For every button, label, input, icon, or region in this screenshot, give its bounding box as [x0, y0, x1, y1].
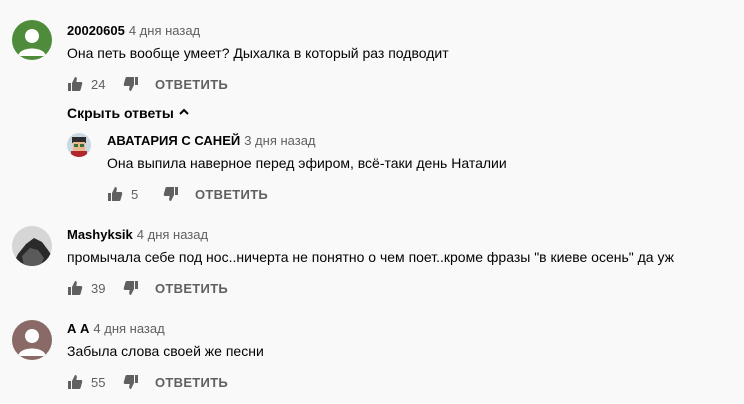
reply-button[interactable]: ОТВЕТИТЬ [155, 281, 228, 296]
comment-actions: 5 ОТВЕТИТЬ [107, 184, 268, 204]
thumbs-up-icon[interactable] [67, 280, 83, 296]
avatar[interactable] [12, 226, 52, 266]
comment-author[interactable]: АВАТАРИЯ С САНЕЙ [107, 133, 240, 148]
like-count: 5 [131, 186, 139, 202]
like-count: 39 [91, 280, 106, 296]
reply-button[interactable]: ОТВЕТИТЬ [195, 187, 268, 202]
thumbs-up-icon[interactable] [107, 186, 123, 202]
avatar[interactable] [12, 320, 52, 360]
comment-author[interactable]: А А [67, 321, 89, 336]
comment-header: 20020605 4 дня назад [67, 23, 200, 39]
thumbs-down-icon[interactable] [123, 76, 139, 92]
comment-time[interactable]: 3 дня назад [244, 133, 315, 148]
comment-text: Она петь вообще умеет? Дыхалка в который… [67, 45, 449, 61]
comment-actions: 39 ОТВЕТИТЬ [67, 278, 228, 298]
thumbs-down-icon[interactable] [123, 374, 139, 390]
chevron-up-icon [178, 104, 190, 122]
comment-text: Забыла слова своей же песни [67, 343, 264, 359]
comment-author[interactable]: Mashyksik [67, 227, 133, 242]
hide-replies-label: Скрыть ответы [67, 105, 174, 121]
comment-text: Она выпила наверное перед эфиром, всё-та… [107, 155, 507, 171]
comment-actions: 24 ОТВЕТИТЬ [67, 74, 228, 94]
avatar[interactable] [67, 133, 91, 157]
comment-time[interactable]: 4 дня назад [129, 23, 200, 38]
comment-actions: 55 ОТВЕТИТЬ [67, 372, 228, 392]
thumbs-down-icon[interactable] [163, 186, 179, 202]
thumbs-up-icon[interactable] [67, 76, 83, 92]
thumbs-down-icon[interactable] [123, 280, 139, 296]
thumbs-up-icon[interactable] [67, 374, 83, 390]
comment-text: промычала себе под нос..ничерта не понят… [67, 249, 675, 265]
like-count: 55 [91, 374, 106, 390]
like-count: 24 [91, 76, 106, 92]
hide-replies-toggle[interactable]: Скрыть ответы [67, 104, 190, 122]
reply-button[interactable]: ОТВЕТИТЬ [155, 77, 228, 92]
comment-author[interactable]: 20020605 [67, 23, 125, 38]
avatar[interactable] [12, 20, 52, 60]
comment-header: А А 4 дня назад [67, 321, 165, 337]
comment-time[interactable]: 4 дня назад [93, 321, 164, 336]
comment-header: АВАТАРИЯ С САНЕЙ 3 дня назад [107, 133, 316, 149]
comment-time[interactable]: 4 дня назад [137, 227, 208, 242]
comment-header: Mashyksik 4 дня назад [67, 227, 208, 243]
reply-button[interactable]: ОТВЕТИТЬ [155, 375, 228, 390]
